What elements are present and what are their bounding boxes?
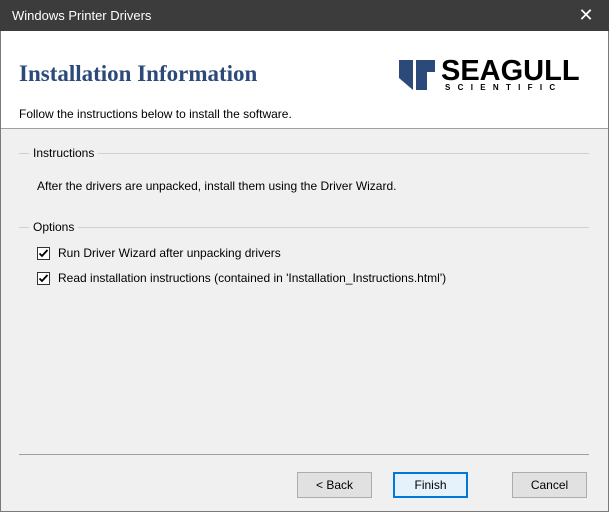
- option-run-driver-wizard[interactable]: Run Driver Wizard after unpacking driver…: [37, 246, 281, 260]
- cancel-button[interactable]: Cancel: [512, 472, 587, 498]
- read-instructions-checkbox[interactable]: [37, 271, 50, 285]
- header-panel: Installation Information Follow the inst…: [1, 31, 608, 129]
- close-icon[interactable]: ✕: [563, 0, 609, 31]
- instructions-legend: Instructions: [29, 146, 99, 160]
- page-subtitle: Follow the instructions below to install…: [19, 107, 292, 121]
- checkmark-icon: [38, 248, 49, 257]
- window-title: Windows Printer Drivers: [12, 8, 152, 23]
- run-driver-wizard-label: Run Driver Wizard after unpacking driver…: [58, 246, 281, 260]
- read-instructions-label: Read installation instructions (containe…: [58, 271, 447, 285]
- options-legend: Options: [29, 220, 79, 234]
- instructions-text: After the drivers are unpacked, install …: [37, 179, 397, 193]
- footer-divider: [19, 454, 589, 455]
- option-read-instructions[interactable]: Read installation instructions (containe…: [37, 271, 446, 285]
- checkmark-icon: [38, 273, 49, 282]
- back-button[interactable]: < Back: [297, 472, 372, 498]
- finish-button[interactable]: Finish: [393, 472, 468, 498]
- page-title: Installation Information: [19, 61, 258, 86]
- logo-subtitle: SCIENTIFIC: [445, 83, 563, 92]
- dialog-window: Installation Information Follow the inst…: [0, 31, 609, 512]
- title-bar: Windows Printer Drivers ✕: [0, 0, 609, 31]
- run-driver-wizard-checkbox[interactable]: [37, 246, 50, 260]
- seagull-logo-mark-icon: [397, 58, 437, 92]
- seagull-logo: SEAGULL SCIENTIFIC: [397, 55, 602, 96]
